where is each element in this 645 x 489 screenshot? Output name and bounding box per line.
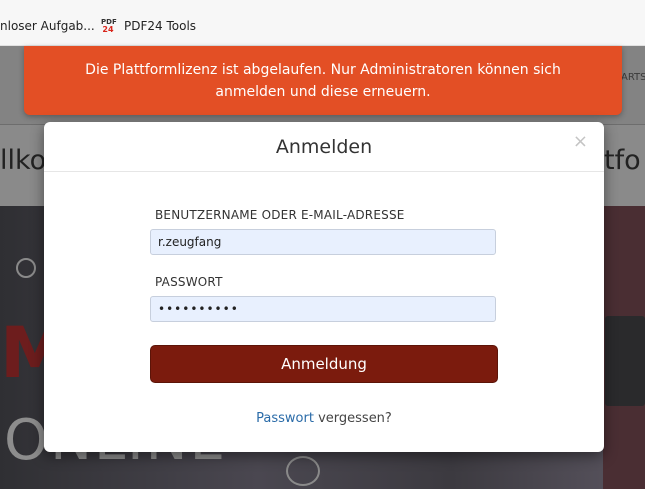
username-label: BENUTZERNAME ODER E-MAIL-ADRESSE <box>155 208 405 222</box>
heading-left-fragment: llko <box>0 145 47 176</box>
heading-right-fragment: tfo <box>604 145 641 176</box>
login-button[interactable]: Anmeldung <box>150 345 498 383</box>
close-icon[interactable]: × <box>573 131 588 152</box>
bookmarks-bar: nloser Aufgab... PDF 24 PDF24 Tools <box>0 0 645 46</box>
alert-text: Die Plattformlizenz ist abgelaufen. Nur … <box>85 61 561 100</box>
username-input[interactable]: r.zeugfang <box>150 229 496 255</box>
modal-title: Anmelden <box>275 136 373 158</box>
password-input[interactable]: •••••••••• <box>150 296 496 322</box>
license-expired-alert: Die Plattformlizenz ist abgelaufen. Nur … <box>24 46 622 115</box>
headset-icon <box>286 456 320 486</box>
login-modal: Anmelden × BENUTZERNAME ODER E-MAIL-ADRE… <box>44 122 604 452</box>
password-label: PASSWORT <box>155 275 223 289</box>
bookmark-item[interactable]: nloser Aufgab... <box>0 19 95 33</box>
nav-item-fragment: ARTS <box>621 72 645 83</box>
gear-icon <box>16 258 36 278</box>
laptop-image <box>605 316 645 406</box>
forgot-password: Passwort vergessen? <box>44 411 604 426</box>
forgot-password-link[interactable]: Passwort <box>256 411 314 426</box>
modal-header: Anmelden × <box>44 122 604 172</box>
bookmark-pdf24-tools[interactable]: PDF24 Tools <box>124 19 196 33</box>
pdf24-icon: PDF 24 <box>101 19 117 35</box>
pdf24-icon-bottom: 24 <box>102 25 114 34</box>
forgot-password-text: vergessen? <box>313 411 392 426</box>
